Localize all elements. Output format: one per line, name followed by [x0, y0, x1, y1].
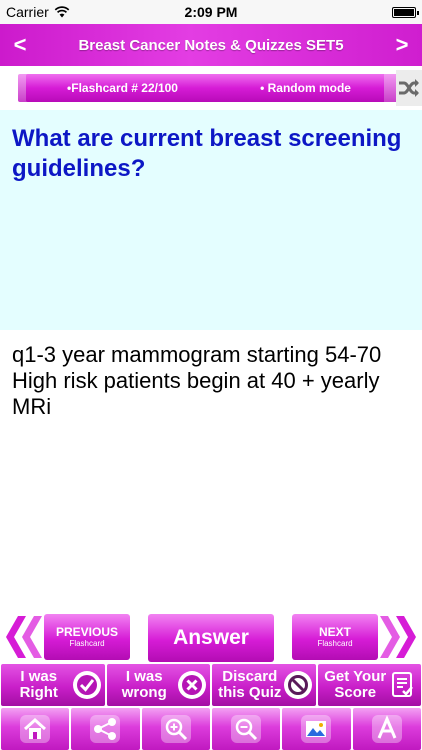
nav-bar: < Breast Cancer Notes & Quizzes SET5 >	[0, 24, 422, 66]
double-chevron-left-icon[interactable]	[2, 612, 44, 662]
was-right-label: I was Right	[19, 668, 58, 701]
share-button[interactable]	[71, 708, 140, 750]
previous-sublabel: Flashcard	[69, 639, 105, 648]
answer-button[interactable]: Answer	[148, 614, 274, 662]
info-bar: •Flashcard # 22/100 • Random mode	[26, 74, 392, 102]
status-bar: Carrier 2:09 PM	[0, 0, 422, 24]
cross-icon	[178, 671, 206, 699]
info-strip: •Flashcard # 22/100 • Random mode	[0, 66, 422, 110]
discard-quiz-label: Discard this Quiz	[218, 668, 282, 701]
status-left: Carrier	[6, 4, 126, 20]
answer-text: q1-3 year mammogram starting 54-70 High …	[12, 342, 382, 419]
action-row: I was Right I was wrong Discard this Qui…	[0, 664, 422, 706]
get-score-label: Get Your Score	[324, 668, 387, 701]
previous-label: PREVIOUS	[55, 625, 118, 639]
home-button[interactable]	[1, 708, 70, 750]
photo-icon	[301, 715, 332, 743]
shuffle-icon	[399, 79, 419, 97]
carrier-label: Carrier	[6, 4, 49, 20]
battery-icon	[391, 6, 419, 18]
prohibited-icon	[283, 671, 312, 699]
wifi-icon	[54, 6, 70, 18]
check-icon	[72, 671, 101, 699]
next-label: NEXT	[318, 625, 351, 639]
question-text: What are current breast screening guidel…	[12, 125, 402, 182]
zoom-out-icon	[231, 715, 262, 743]
photo-button[interactable]	[282, 708, 351, 750]
double-chevron-right-icon[interactable]	[378, 612, 420, 662]
was-right-button[interactable]: I was Right	[1, 664, 105, 706]
score-icon	[389, 671, 417, 699]
shuffle-button[interactable]	[396, 70, 422, 106]
get-score-button[interactable]: Get Your Score	[317, 664, 421, 706]
status-right	[296, 6, 419, 18]
zoom-in-icon	[160, 715, 191, 743]
home-icon	[20, 715, 51, 743]
discard-quiz-button[interactable]: Discard this Quiz	[212, 664, 316, 706]
chevron-left-icon[interactable]: <	[8, 32, 32, 58]
was-wrong-label: I was wrong	[121, 668, 167, 701]
next-sublabel: Flashcard	[317, 639, 353, 648]
next-flashcard-button[interactable]: NEXT Flashcard	[292, 614, 378, 660]
bottom-toolbar	[0, 708, 422, 750]
answer-panel: q1-3 year mammogram starting 54-70 High …	[0, 330, 422, 606]
zoom-in-button[interactable]	[141, 708, 210, 750]
chevron-right-icon[interactable]: >	[390, 32, 414, 58]
status-time: 2:09 PM	[184, 4, 238, 20]
font-size-button[interactable]	[352, 708, 421, 750]
flashcard-nav-row: PREVIOUS Flashcard Answer NEXT Flashcard	[0, 606, 422, 662]
question-panel: What are current breast screening guidel…	[0, 110, 422, 330]
flashcard-counter: •Flashcard # 22/100	[67, 81, 178, 95]
previous-flashcard-button[interactable]: PREVIOUS Flashcard	[44, 614, 130, 660]
nav-title: Breast Cancer Notes & Quizzes SET5	[78, 36, 344, 54]
share-icon	[90, 715, 121, 743]
was-wrong-button[interactable]: I was wrong	[106, 664, 210, 706]
zoom-out-button[interactable]	[211, 708, 281, 750]
font-size-icon	[371, 715, 402, 743]
mode-label: • Random mode	[260, 81, 351, 95]
